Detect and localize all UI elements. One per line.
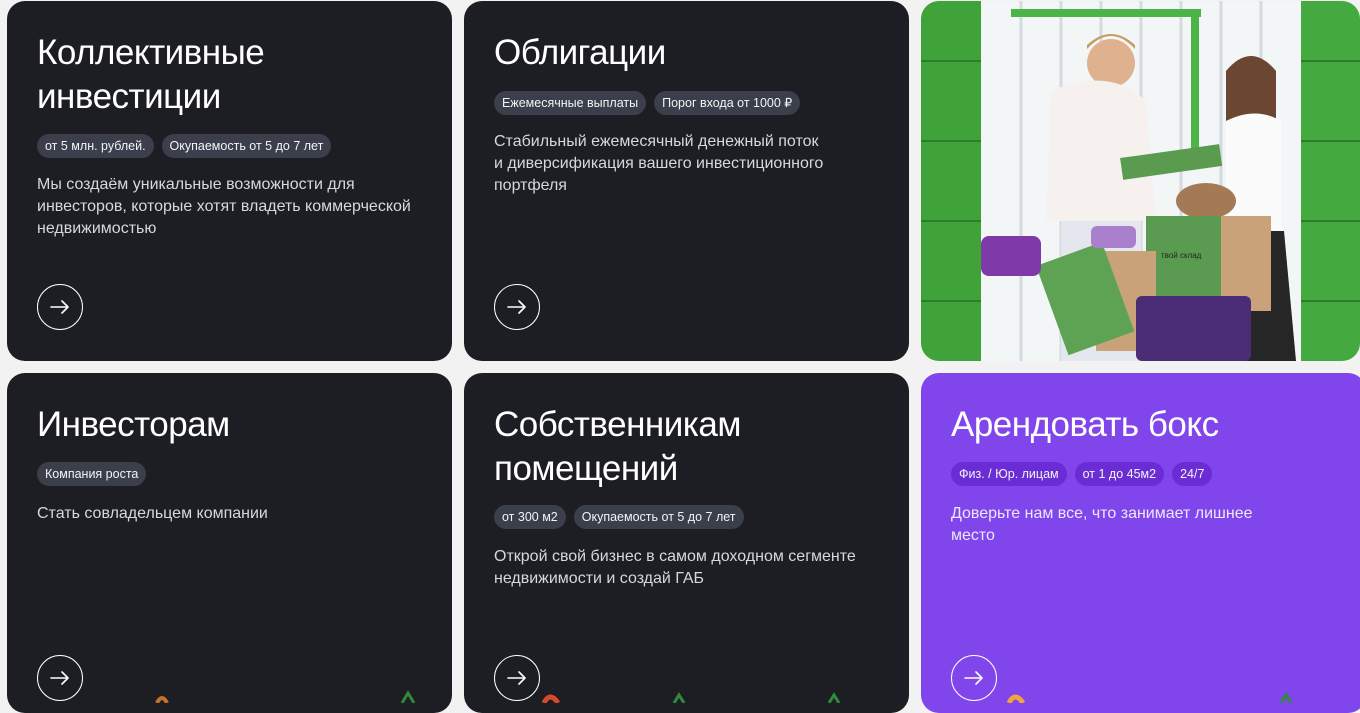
- storage-unit-illustration: [921, 1, 1360, 361]
- tag-client-type: Физ. / Юр. лицам: [951, 462, 1067, 486]
- card-bonds[interactable]: Облигации Ежемесячные выплаты Порог вход…: [464, 1, 909, 361]
- tag-min-area: от 300 м2: [494, 505, 566, 529]
- tag-payback: Окупаемость от 5 до 7 лет: [573, 505, 744, 529]
- tag-list: от 300 м2 Окупаемость от 5 до 7 лет: [494, 505, 744, 529]
- card-description: Стабильный ежемесячный денежный поток и …: [494, 133, 824, 194]
- card-title: Инвесторам: [37, 405, 230, 444]
- tag-list: Ежемесячные выплаты Порог входа от 1000 …: [494, 91, 801, 115]
- card-title: Коллективные инвестиции: [37, 33, 265, 116]
- tag-entry-threshold: Порог входа от 1000 ₽: [654, 91, 801, 115]
- card-title: Собственникам помещений: [494, 405, 741, 488]
- tag-list: Компания роста: [37, 462, 147, 486]
- tag-access-hours: 24/7: [1172, 462, 1213, 486]
- decoration-gifts: [541, 692, 841, 703]
- card-description: Доверьте нам все, что занимает лишнее ме…: [951, 505, 1253, 544]
- tag-monthly-payments: Ежемесячные выплаты: [494, 91, 647, 115]
- open-card-button[interactable]: [494, 284, 540, 330]
- tag-list: от 5 млн. рублей. Окупаемость от 5 до 7 …: [37, 134, 332, 158]
- box-brand-label: твой склад: [1161, 251, 1202, 260]
- decoration-sprigs: [155, 690, 416, 703]
- open-card-button[interactable]: [37, 284, 83, 330]
- tag-payback: Окупаемость от 5 до 7 лет: [161, 134, 332, 158]
- arrow-right-icon: [50, 300, 69, 314]
- card-title: Облигации: [494, 33, 666, 72]
- card-title: Арендовать бокс: [951, 405, 1219, 444]
- arrow-right-icon: [507, 300, 526, 314]
- decoration-gifts: [1006, 692, 1293, 703]
- card-investors[interactable]: Инвесторам Компания роста Стать совладел…: [7, 373, 452, 713]
- card-collective-investments[interactable]: Коллективные инвестиции от 5 млн. рублей…: [7, 1, 452, 361]
- card-property-owners[interactable]: Собственникам помещений от 300 м2 Окупае…: [464, 373, 909, 713]
- tag-growth-company: Компания роста: [37, 462, 147, 486]
- card-description: Мы создаём уникальные возможности для ин…: [37, 176, 411, 237]
- card-description: Стать совладельцем компании: [37, 505, 268, 522]
- card-rent-box[interactable]: Арендовать бокс Физ. / Юр. лицам от 1 до…: [921, 373, 1360, 713]
- storage-photo: твой склад: [921, 1, 1360, 361]
- tag-list: Физ. / Юр. лицам от 1 до 45м2 24/7: [951, 462, 1213, 486]
- tag-box-size: от 1 до 45м2: [1074, 462, 1165, 486]
- card-description: Открой свой бизнес в самом доходном сегм…: [494, 548, 856, 587]
- tag-min-amount: от 5 млн. рублей.: [37, 134, 154, 158]
